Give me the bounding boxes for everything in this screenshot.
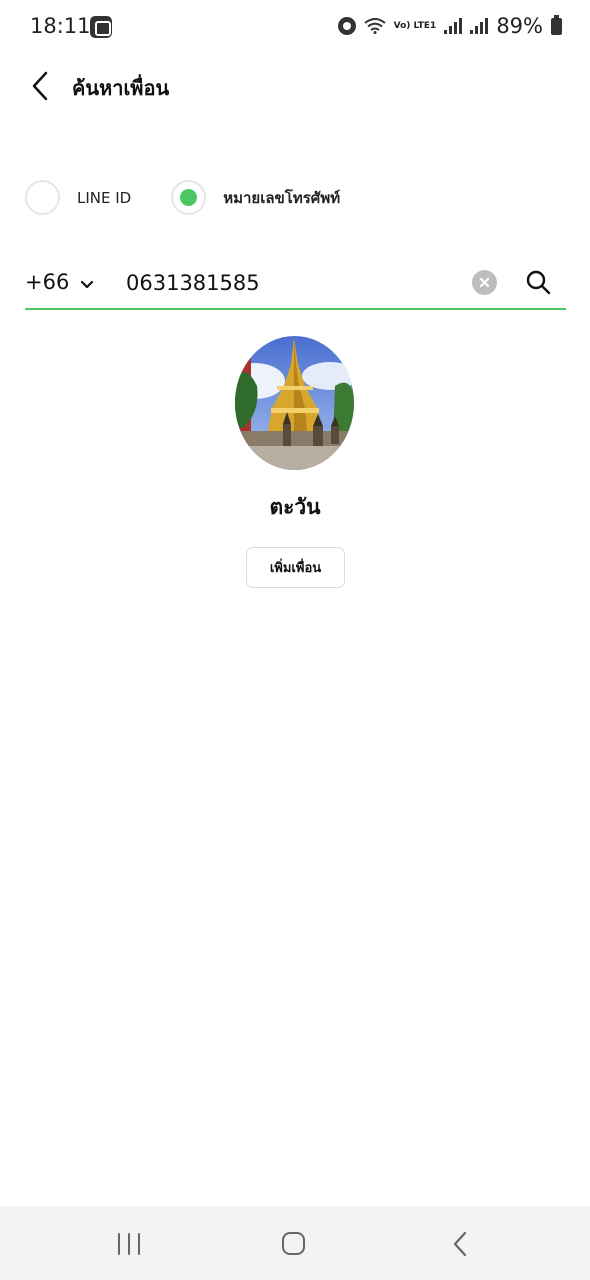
nav-back-icon[interactable] bbox=[450, 1230, 470, 1258]
battery-icon bbox=[551, 14, 562, 35]
recents-icon[interactable] bbox=[116, 1232, 142, 1256]
signal-icon-2 bbox=[470, 18, 489, 34]
radio-label-phone: หมายเลขโทรศัพท์ bbox=[223, 188, 341, 207]
app-notification-icon bbox=[90, 16, 112, 38]
header: ค้นหาเพื่อน bbox=[0, 60, 590, 112]
status-icons: Vo) LTE1 89% bbox=[337, 14, 562, 38]
wifi-icon bbox=[363, 18, 386, 34]
chevron-down-icon[interactable] bbox=[77, 274, 97, 294]
alarm-icon bbox=[337, 17, 356, 35]
page-title: ค้นหาเพื่อน bbox=[72, 76, 170, 100]
lte-label: Vo) LTE1 bbox=[393, 21, 437, 31]
search-type-selector: LINE ID หมายเลขโทรศัพท์ bbox=[25, 180, 380, 215]
system-nav-bar bbox=[0, 1206, 590, 1280]
radio-option-phone[interactable]: หมายเลขโทรศัพท์ bbox=[171, 180, 340, 215]
status-time: 18:11 bbox=[30, 14, 91, 38]
search-icon[interactable] bbox=[525, 269, 551, 295]
phone-number-input[interactable] bbox=[126, 264, 456, 302]
radio-option-line-id[interactable]: LINE ID bbox=[25, 180, 131, 215]
clear-input-button[interactable] bbox=[472, 270, 497, 295]
phone-search-field: +66 bbox=[25, 262, 566, 310]
back-button[interactable] bbox=[22, 68, 58, 104]
add-friend-button[interactable]: เพิ่มเพื่อน bbox=[246, 547, 345, 588]
avatar bbox=[235, 336, 354, 470]
country-code[interactable]: +66 bbox=[25, 270, 69, 294]
home-icon[interactable] bbox=[281, 1231, 306, 1256]
status-bar: 18:11 Vo) LTE1 89% bbox=[0, 0, 590, 56]
signal-icon bbox=[444, 18, 463, 34]
close-icon bbox=[479, 277, 490, 288]
radio-button-line-id[interactable] bbox=[25, 180, 60, 215]
result-name: ตะวัน bbox=[269, 495, 321, 519]
radio-button-phone[interactable] bbox=[171, 180, 207, 215]
radio-label-line-id: LINE ID bbox=[77, 188, 132, 207]
battery-percentage: 89% bbox=[496, 14, 543, 38]
